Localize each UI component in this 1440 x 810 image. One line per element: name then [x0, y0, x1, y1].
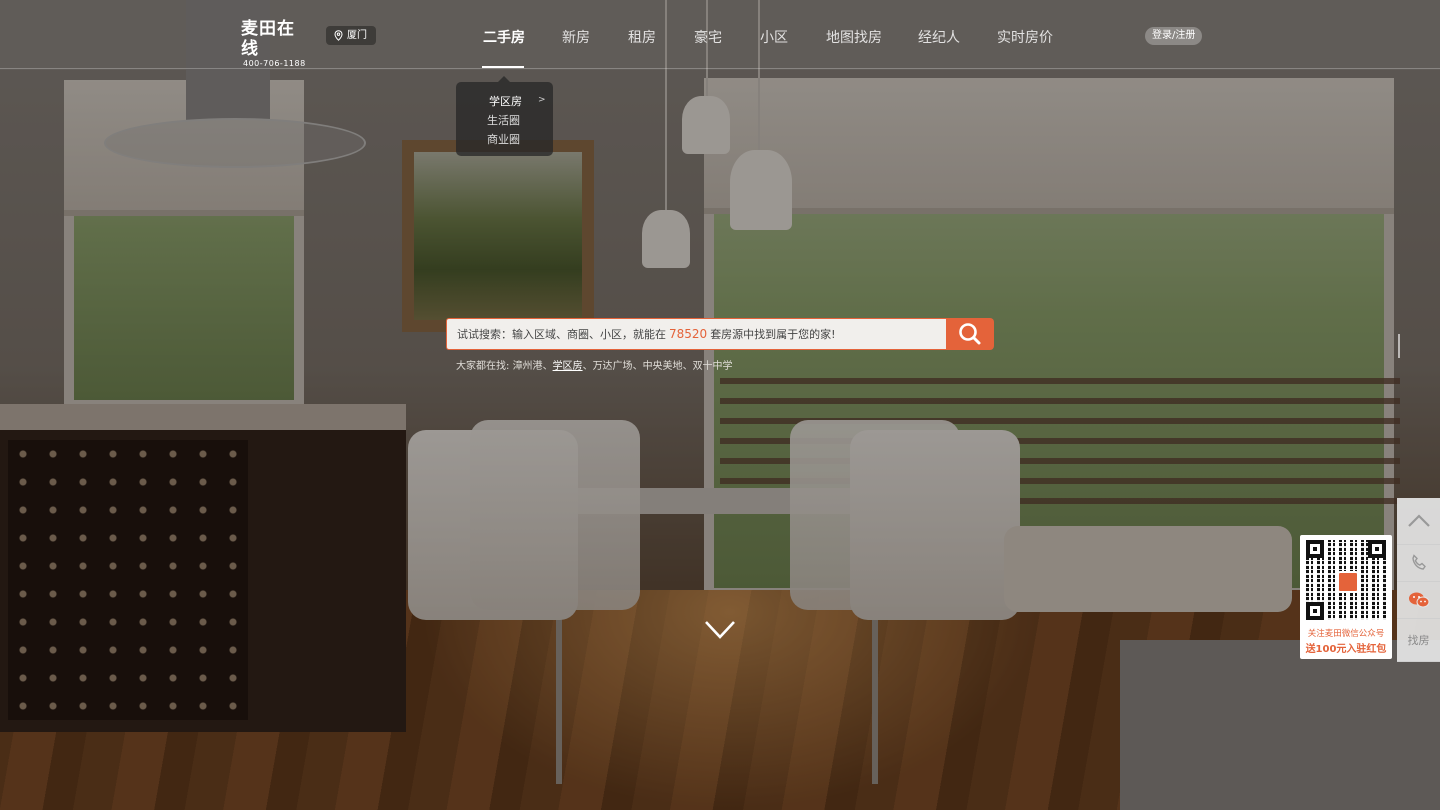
top-header: 麦田在线 400-706-1188 厦门 二手房 新房 租房 豪宅 小区 地图找… — [0, 0, 1440, 69]
qr-caption-follow: 关注麦田微信公众号 — [1307, 629, 1385, 639]
search-placeholder-prefix: 试试搜索：输入区域、商圈、小区，就能在 — [457, 328, 666, 341]
search-button[interactable] — [946, 318, 994, 350]
search-bar: 试试搜索：输入区域、商圈、小区，就能在 78520 套房源中找到属于您的家! — [446, 318, 994, 350]
hot-link[interactable]: 双十中学 — [693, 361, 733, 372]
qr-finder — [1306, 602, 1324, 620]
dropdown-item-shangye[interactable]: 商业圈 — [487, 131, 520, 147]
chevron-up-icon — [1407, 514, 1430, 527]
separator: 、 — [542, 361, 553, 372]
city-selector[interactable]: 厦门 — [326, 26, 376, 45]
wechat-button[interactable] — [1397, 582, 1440, 619]
nav-active-underline — [482, 66, 524, 68]
nav-item-ditu[interactable]: 地图找房 — [826, 27, 882, 47]
chevron-down-icon — [705, 621, 735, 639]
back-to-top-button[interactable] — [1397, 498, 1440, 545]
nav-item-jingjiren[interactable]: 经纪人 — [918, 27, 960, 47]
right-toolbar: 找房 — [1397, 498, 1440, 662]
dropdown-item-shenghuo[interactable]: 生活圈 — [487, 112, 520, 128]
nav-item-xiaoqu[interactable]: 小区 — [760, 27, 788, 47]
city-label: 厦门 — [347, 30, 367, 41]
separator: 、 — [682, 361, 693, 372]
nav-item-fangjia[interactable]: 实时房价 — [997, 27, 1053, 47]
brand-name: 麦田在线 — [241, 19, 295, 59]
hot-link[interactable]: 中央美地 — [643, 361, 683, 372]
nav-item-xinfang[interactable]: 新房 — [562, 27, 590, 47]
listing-count: 78520 — [669, 327, 708, 341]
location-pin-icon — [334, 30, 343, 41]
login-register-button[interactable]: 登录/注册 — [1145, 27, 1203, 45]
separator: 、 — [632, 361, 643, 372]
hot-searches: 大家都在找: 漳州港、学区房、万达广场、中央美地、双十中学 — [456, 357, 733, 372]
qr-finder — [1368, 540, 1386, 558]
qr-caption-bonus: 送100元入驻红包 — [1305, 644, 1387, 655]
hot-link[interactable]: 学区房 — [553, 361, 583, 372]
dropdown-item-xuequ[interactable]: 学区房 — [489, 93, 522, 109]
hot-link[interactable]: 漳州港 — [513, 361, 543, 372]
phone-button[interactable] — [1397, 545, 1440, 582]
dark-overlay — [0, 0, 1440, 810]
nav-item-haozhai[interactable]: 豪宅 — [694, 27, 722, 47]
search-icon — [959, 323, 981, 345]
hero-background — [0, 0, 1440, 810]
nav-dropdown: 学区房 > 生活圈 商业圈 — [456, 76, 553, 156]
wechat-icon — [1408, 592, 1429, 608]
separator: 、 — [582, 361, 593, 372]
qr-finder — [1306, 540, 1324, 558]
search-placeholder-suffix: 套房源中找到属于您的家! — [710, 328, 836, 341]
phone-icon — [1411, 554, 1426, 570]
search-input[interactable]: 试试搜索：输入区域、商圈、小区，就能在 78520 套房源中找到属于您的家! — [446, 318, 946, 350]
hot-link[interactable]: 万达广场 — [593, 361, 633, 372]
qr-center-logo — [1337, 571, 1359, 593]
scroll-down-button[interactable] — [704, 618, 736, 642]
logo[interactable]: 麦田在线 400-706-1188 — [241, 19, 311, 69]
nav-item-zufang[interactable]: 租房 — [628, 27, 656, 47]
hot-searches-label: 大家都在找: — [456, 361, 510, 372]
find-house-button[interactable]: 找房 — [1397, 619, 1440, 662]
side-divider — [1398, 334, 1400, 358]
brand-phone: 400-706-1188 — [243, 59, 306, 68]
chevron-right-icon: > — [538, 95, 546, 105]
nav-item-ershoufang[interactable]: 二手房 — [483, 27, 525, 47]
wechat-qr-popup: 关注麦田微信公众号 送100元入驻红包 — [1300, 535, 1392, 659]
